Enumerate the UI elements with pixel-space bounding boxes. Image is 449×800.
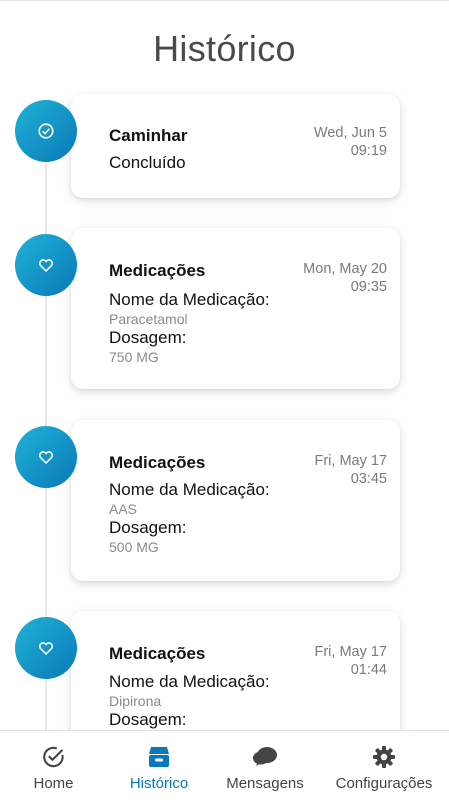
entry-day: Mon, May 20 [303, 261, 387, 277]
check-circle-icon [41, 743, 66, 769]
nav-label: Mensagens [226, 775, 304, 792]
med-name-label: Nome da Medicação: [109, 480, 270, 499]
nav-label: Histórico [129, 775, 189, 792]
entry-date: Wed, Jun 5 09:19 [314, 124, 387, 160]
dose-label: Dosagem: [109, 710, 187, 729]
entry-time: 01:44 [350, 662, 387, 678]
gear-icon [372, 743, 396, 769]
history-card[interactable]: Medicações Mon, May 20 09:35 Nome da Med… [71, 228, 400, 389]
page-title: Histórico [153, 28, 296, 69]
med-name-value: Dipirona [109, 693, 162, 709]
entry-title: Medicações [109, 453, 206, 472]
dose-value: 750 MG [109, 349, 159, 365]
entry-title: Medicações [109, 644, 206, 663]
entry-date: Fri, May 17 03:45 [314, 452, 387, 488]
top-divider [0, 0, 449, 1]
nav-configuracoes[interactable]: Configurações [319, 731, 449, 800]
dose-label: Dosagem: [109, 328, 187, 347]
history-card[interactable]: Medicações Fri, May 17 03:45 Nome da Med… [71, 420, 400, 581]
entry-day: Fri, May 17 [314, 453, 387, 469]
med-name-value: Paracetamol [109, 311, 188, 327]
nav-mensagens[interactable]: Mensagens [211, 731, 319, 800]
med-name-label: Nome da Medicação: [109, 290, 270, 309]
heart-icon [15, 617, 77, 679]
check-circle-icon [15, 100, 77, 162]
entry-day: Wed, Jun 5 [313, 125, 387, 141]
entry-title: Medicações [109, 261, 206, 280]
heart-icon [15, 234, 77, 296]
entry-time: 09:19 [350, 143, 387, 159]
entry-time: 09:35 [350, 279, 387, 295]
entry-day: Fri, May 17 [314, 644, 387, 660]
bottom-nav: Home Histórico Mensagens Configurações [0, 730, 449, 800]
med-name-label: Nome da Medicação: [109, 672, 270, 691]
med-name-value: AAS [109, 501, 138, 517]
nav-label: Home [33, 775, 74, 792]
nav-label: Configurações [335, 775, 433, 792]
dose-value: 500 MG [109, 539, 159, 555]
entry-status: Concluído [109, 153, 186, 172]
heart-icon [15, 426, 77, 488]
nav-historico[interactable]: Histórico [107, 731, 211, 800]
chat-bubbles-icon [252, 743, 278, 769]
nav-home[interactable]: Home [0, 731, 107, 800]
entry-title: Caminhar [109, 126, 188, 145]
archive-icon [147, 743, 171, 769]
entry-date: Mon, May 20 09:35 [303, 260, 387, 296]
history-card[interactable]: Caminhar Wed, Jun 5 09:19 Concluído [71, 94, 400, 198]
entry-date: Fri, May 17 01:44 [314, 643, 387, 679]
entry-time: 03:45 [350, 471, 387, 487]
dose-label: Dosagem: [109, 518, 187, 537]
